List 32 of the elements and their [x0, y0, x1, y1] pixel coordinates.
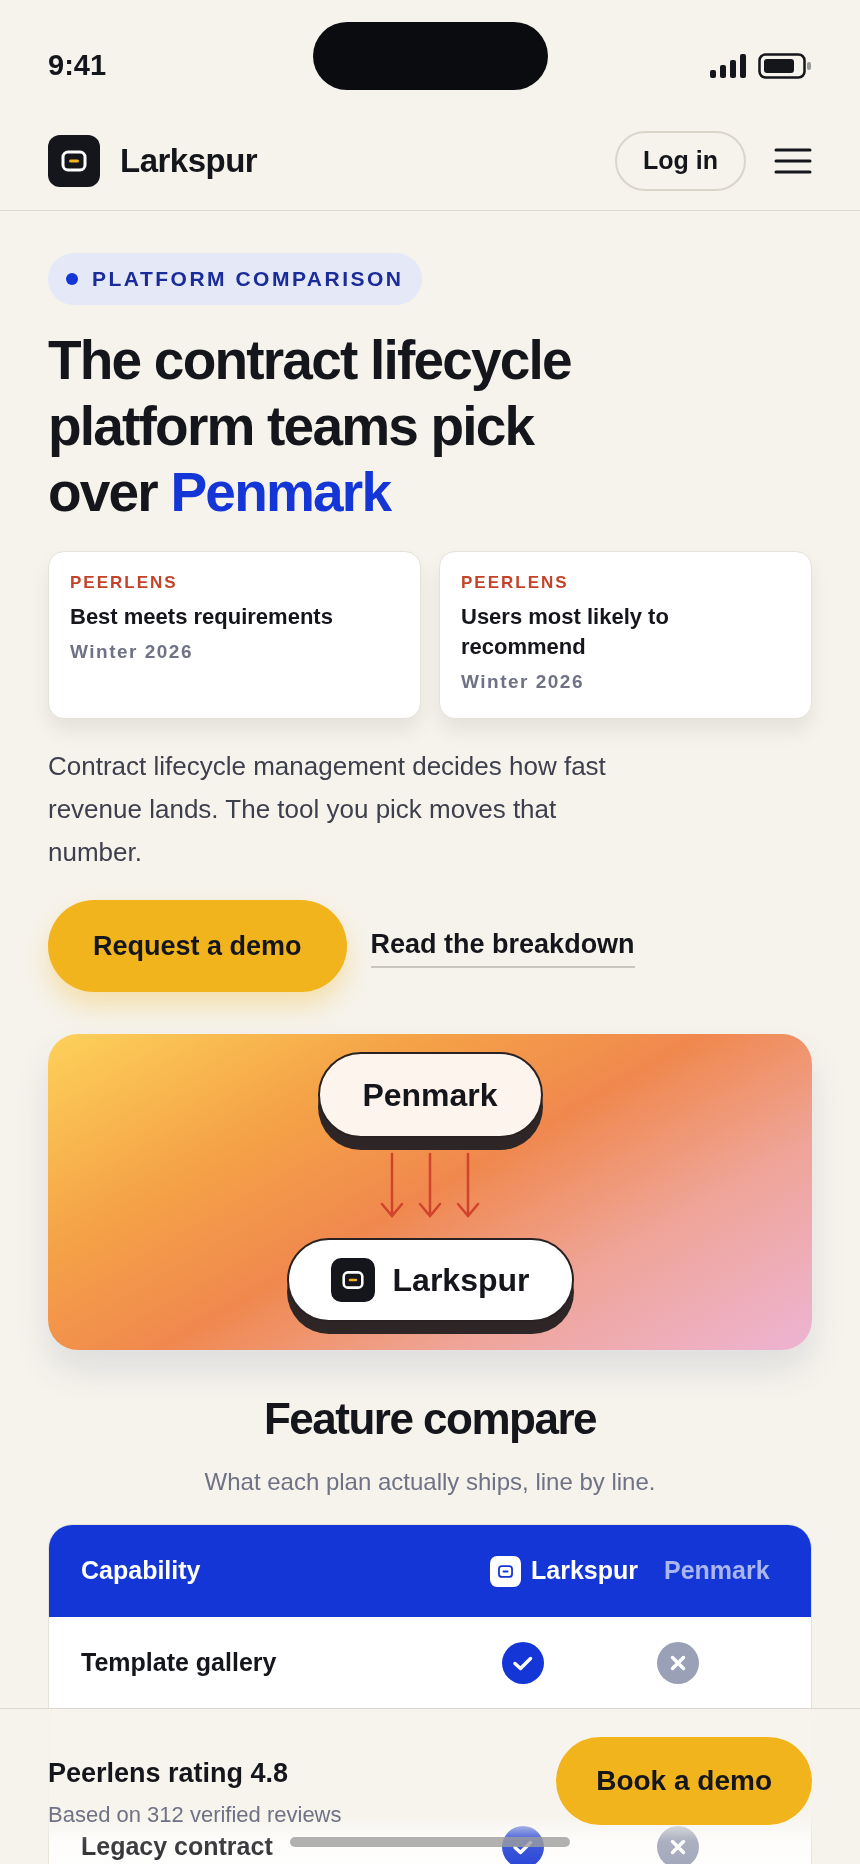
award-source: PEERLENS [70, 572, 179, 594]
rating-caption: Based on 312 verified reviews [48, 1800, 342, 1829]
brand-name: Larkspur [120, 141, 258, 182]
column-header: Larkspur [531, 1555, 638, 1587]
request-demo-button[interactable]: Request a demo [48, 900, 347, 992]
headline: The contract lifecycle platform teams pick over Penmark [48, 328, 572, 525]
logo-icon [330, 1258, 375, 1302]
award-season: Winter 2026 [70, 639, 194, 664]
award-title: Best meets requirements [70, 602, 334, 631]
target-name: Larkspur [392, 1261, 530, 1300]
award-source: PEERLENS [461, 572, 570, 594]
award-title: Users most likely to recommend [461, 602, 670, 661]
intro-paragraph: Contract lifecycle management decides how fast revenue lands. The tool you pick moves that number. [48, 750, 607, 869]
column-header: Penmark [664, 1555, 771, 1587]
section-subtitle: What each plan actually ships, line by line. [203, 1467, 657, 1497]
dot-icon [66, 273, 78, 285]
award-season: Winter 2026 [461, 669, 585, 694]
feature-name: Legacy contract [81, 1831, 273, 1860]
battery-icon [758, 53, 812, 79]
login-button[interactable]: Log in [615, 131, 746, 191]
book-demo-button[interactable]: Book a demo [556, 1737, 812, 1825]
breakdown-link[interactable]: Read the breakdown [370, 923, 635, 969]
column-header: Capability [81, 1555, 202, 1587]
menu-icon[interactable] [774, 147, 812, 175]
section-title: Feature compare [262, 1393, 598, 1445]
status-time: 9:41 [48, 48, 107, 84]
rating-title: Peerlens rating 4.8 [48, 1757, 290, 1790]
logo-icon [48, 135, 100, 187]
logo-icon [490, 1555, 521, 1587]
signal-icon [710, 54, 748, 78]
eyebrow-label: PLATFORM COMPARISON [92, 266, 404, 293]
feature-name: Template gallery [81, 1647, 277, 1676]
